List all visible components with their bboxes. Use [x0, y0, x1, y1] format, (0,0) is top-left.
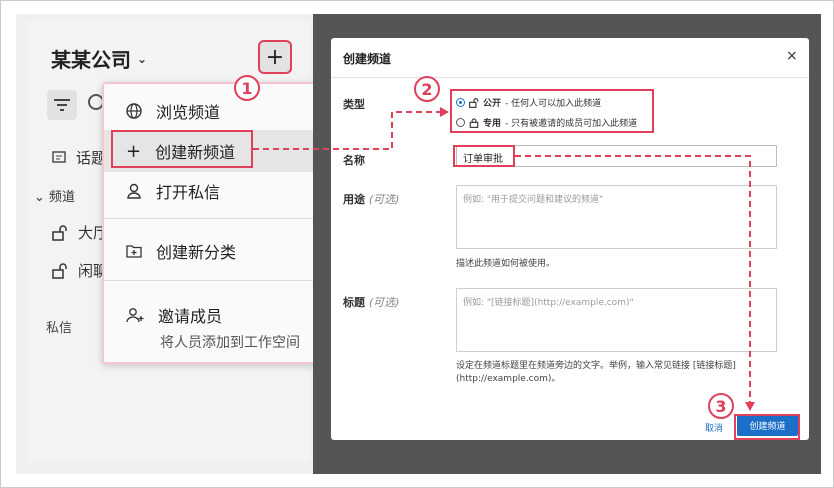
annotation-arrows: [253, 107, 755, 411]
step-badge-1: 1: [234, 75, 260, 101]
step-badge-2: 2: [414, 76, 440, 102]
step-badge-3: 3: [708, 393, 734, 419]
